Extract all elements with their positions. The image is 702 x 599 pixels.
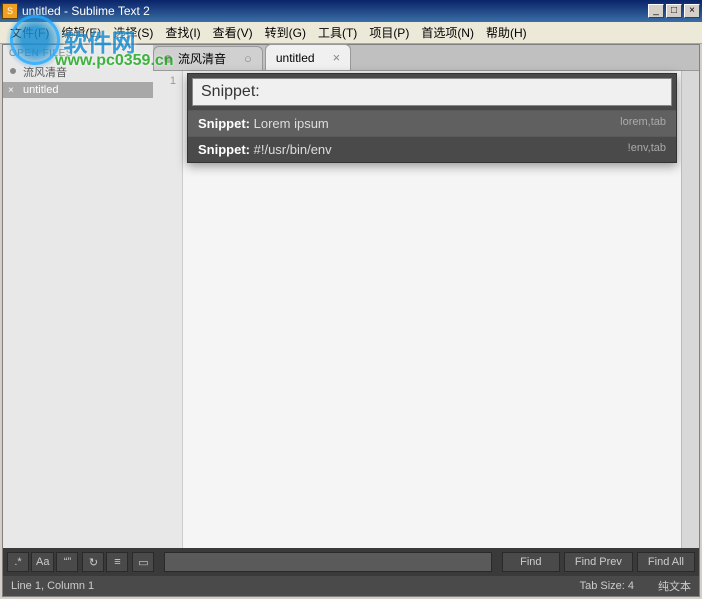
menu-project[interactable]: 项目(P) <box>363 22 415 43</box>
dirty-dot-icon <box>10 68 16 74</box>
editor[interactable]: 1 Snippet: Snippet: Lorem ipsum lorem,ta… <box>153 71 681 548</box>
palette-item[interactable]: Snippet: #!/usr/bin/env !env,tab <box>188 136 676 162</box>
maximize-button[interactable]: □ <box>666 4 682 18</box>
find-prev-button[interactable]: Find Prev <box>564 552 633 572</box>
find-all-button[interactable]: Find All <box>637 552 695 572</box>
menu-goto[interactable]: 转到(G) <box>259 22 312 43</box>
sidebar-section-header: OPEN FILES <box>3 45 153 62</box>
palette-item-label: Snippet: #!/usr/bin/env <box>198 142 332 157</box>
app-icon: S <box>2 3 18 19</box>
status-tabsize[interactable]: Tab Size: 4 <box>580 580 634 592</box>
findbar: .* Aa “” ↻ ≡ ▭ Find Find Prev Find All <box>3 548 699 576</box>
word-toggle[interactable]: “” <box>56 552 78 572</box>
window-controls: _ □ × <box>648 4 700 18</box>
tab-label: untitled <box>276 51 315 65</box>
command-palette: Snippet: Snippet: Lorem ipsum lorem,tab … <box>187 73 677 163</box>
case-toggle[interactable]: Aa <box>31 552 54 572</box>
menu-select[interactable]: 选择(S) <box>107 22 159 43</box>
menu-tools[interactable]: 工具(T) <box>312 22 363 43</box>
find-button[interactable]: Find <box>502 552 560 572</box>
palette-item-hint: lorem,tab <box>620 116 666 131</box>
sidebar-file-label: untitled <box>23 84 58 96</box>
highlight-toggle[interactable]: ▭ <box>132 552 154 572</box>
tab-label: 流风清音 <box>178 50 226 67</box>
statusbar: Line 1, Column 1 Tab Size: 4 纯文本 <box>3 576 699 596</box>
tab-close-icon[interactable]: × <box>333 50 341 65</box>
tab-close-icon[interactable]: ○ <box>244 51 252 66</box>
menu-help[interactable]: 帮助(H) <box>480 22 533 43</box>
menu-edit[interactable]: 编辑(E) <box>55 22 107 43</box>
editor-body[interactable]: Snippet: Snippet: Lorem ipsum lorem,tab … <box>183 71 681 548</box>
tabbar: 流风清音 ○ untitled × <box>153 45 699 71</box>
menu-prefs[interactable]: 首选项(N) <box>415 22 480 43</box>
menubar: 文件(F) 编辑(E) 选择(S) 查找(I) 查看(V) 转到(G) 工具(T… <box>0 22 702 44</box>
tab[interactable]: 流风清音 ○ <box>153 46 263 70</box>
titlebar: S untitled - Sublime Text 2 _ □ × <box>0 0 702 22</box>
palette-item[interactable]: Snippet: Lorem ipsum lorem,tab <box>188 110 676 136</box>
find-input[interactable] <box>164 552 491 572</box>
sidebar-file-item[interactable]: × untitled <box>3 82 153 98</box>
regex-toggle[interactable]: .* <box>7 552 29 572</box>
find-options-group: .* Aa “” <box>7 552 78 572</box>
close-button[interactable]: × <box>684 4 700 18</box>
palette-item-hint: !env,tab <box>628 142 666 157</box>
sidebar: OPEN FILES 流风清音 × untitled <box>3 45 153 548</box>
selection-toggle[interactable]: ≡ <box>106 552 128 572</box>
close-file-icon[interactable]: × <box>8 85 14 96</box>
status-position[interactable]: Line 1, Column 1 <box>11 580 556 592</box>
content: OPEN FILES 流风清音 × untitled 流风清音 ○ untitl… <box>2 44 700 597</box>
menu-find[interactable]: 查找(I) <box>159 22 206 43</box>
gutter: 1 <box>153 71 183 548</box>
window-title: untitled - Sublime Text 2 <box>22 4 648 18</box>
palette-item-label: Snippet: Lorem ipsum <box>198 116 329 131</box>
sidebar-file-item[interactable]: 流风清音 <box>3 62 153 82</box>
minimap[interactable] <box>681 71 699 548</box>
dirty-dot-icon <box>164 55 172 63</box>
status-syntax[interactable]: 纯文本 <box>658 578 691 594</box>
menu-view[interactable]: 查看(V) <box>207 22 259 43</box>
sidebar-file-label: 流风清音 <box>23 67 67 79</box>
menu-file[interactable]: 文件(F) <box>4 22 55 43</box>
wrap-toggle[interactable]: ↻ <box>82 552 104 572</box>
minimize-button[interactable]: _ <box>648 4 664 18</box>
tab[interactable]: untitled × <box>265 44 351 70</box>
palette-input[interactable]: Snippet: <box>192 78 672 106</box>
line-number: 1 <box>153 71 182 87</box>
find-options-group-2: ↻ ≡ <box>82 552 128 572</box>
